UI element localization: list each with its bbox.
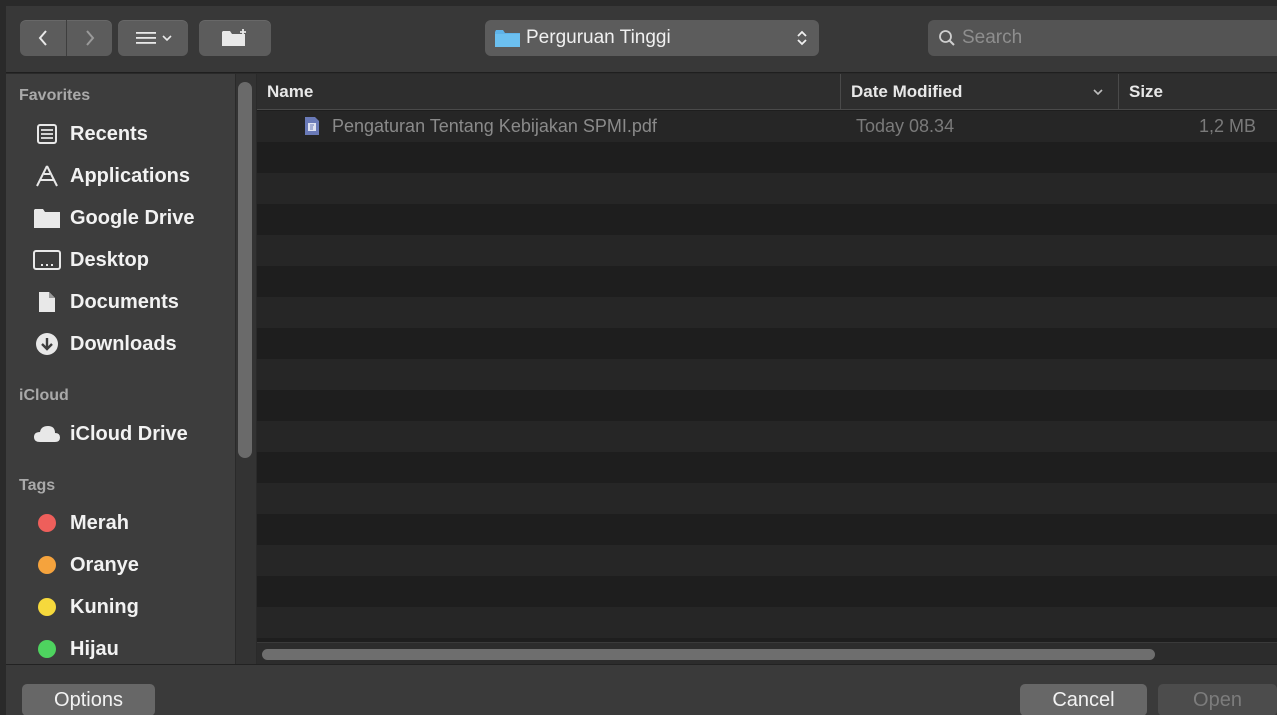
file-list: Name Date Modified Size Pengaturan Tenta… xyxy=(257,74,1277,664)
column-header-date-modified[interactable]: Date Modified xyxy=(840,74,1118,110)
table-row[interactable]: Pengaturan Tentang Kebijakan SPMI.pdf To… xyxy=(257,111,1277,142)
empty-row xyxy=(257,452,1277,483)
empty-row xyxy=(257,607,1277,638)
search-input[interactable] xyxy=(962,27,1262,49)
empty-row xyxy=(257,390,1277,421)
empty-row xyxy=(257,173,1277,204)
column-header-name[interactable]: Name xyxy=(257,74,840,110)
sidebar-tag-oranye[interactable]: Oranye xyxy=(32,547,139,583)
horizontal-scrollbar-thumb[interactable] xyxy=(262,649,1155,660)
applications-icon xyxy=(32,162,62,190)
empty-row xyxy=(257,483,1277,514)
empty-row xyxy=(257,142,1277,173)
sidebar-item-icloud-drive[interactable]: iCloud Drive xyxy=(32,416,188,452)
sidebar-item-label: Downloads xyxy=(70,332,177,355)
sidebar-item-label: Google Drive xyxy=(70,206,195,229)
list-view-icon xyxy=(135,32,156,44)
file-size: 1,2 MB xyxy=(1198,116,1256,136)
tag-dot-icon xyxy=(38,640,56,658)
chevron-right-icon xyxy=(85,30,94,46)
empty-row xyxy=(257,421,1277,452)
tag-dot-icon xyxy=(38,598,56,616)
chevron-left-icon xyxy=(38,30,47,46)
sidebar-item-downloads[interactable]: Downloads xyxy=(32,326,177,362)
sidebar-item-label: Applications xyxy=(70,164,191,187)
sidebar-scrollbar-thumb[interactable] xyxy=(238,82,252,458)
pdf-file-icon xyxy=(305,117,319,135)
search-icon xyxy=(939,30,955,46)
downloads-icon xyxy=(32,330,62,358)
column-header-size[interactable]: Size xyxy=(1118,74,1277,110)
documents-icon xyxy=(32,288,62,316)
empty-row xyxy=(257,235,1277,266)
sidebar-item-recents[interactable]: Recents xyxy=(32,116,148,152)
empty-row xyxy=(257,359,1277,390)
location-popup[interactable]: Perguruan Tinggi xyxy=(485,20,819,56)
empty-row xyxy=(257,514,1277,545)
bottom-bar: Options Cancel Open xyxy=(6,664,1277,715)
file-rows: Pengaturan Tentang Kebijakan SPMI.pdf To… xyxy=(257,111,1277,638)
sidebar-item-label: Oranye xyxy=(70,553,139,576)
sidebar-item-label: Kuning xyxy=(70,595,139,618)
open-button[interactable]: Open xyxy=(1158,684,1277,715)
navigation-segment xyxy=(20,20,112,56)
view-options-button[interactable] xyxy=(118,20,188,56)
tag-dot-icon xyxy=(38,556,56,574)
up-down-chevron-icon xyxy=(791,25,813,51)
search-field[interactable] xyxy=(928,20,1277,56)
empty-row xyxy=(257,328,1277,359)
sidebar-item-label: Recents xyxy=(70,122,148,145)
new-folder-button[interactable] xyxy=(199,20,271,56)
folder-icon xyxy=(32,204,62,232)
icloud-heading: iCloud xyxy=(19,387,69,404)
back-button[interactable] xyxy=(20,20,66,56)
empty-row xyxy=(257,545,1277,576)
sidebar-item-desktop[interactable]: Desktop xyxy=(32,242,149,278)
toolbar: Perguruan Tinggi xyxy=(6,6,1277,73)
sidebar: Favorites Recents Applications Google Dr… xyxy=(6,74,256,664)
sidebar-tag-hijau[interactable]: Hijau xyxy=(32,631,119,667)
empty-row xyxy=(257,204,1277,235)
forward-button[interactable] xyxy=(66,20,112,56)
sidebar-item-label: Hijau xyxy=(70,637,119,660)
folder-icon xyxy=(495,30,520,47)
location-label: Perguruan Tinggi xyxy=(526,27,671,48)
column-header: Name Date Modified Size xyxy=(257,74,1277,110)
sidebar-tag-merah[interactable]: Merah xyxy=(32,505,129,541)
horizontal-scrollbar-track[interactable] xyxy=(257,642,1277,664)
sidebar-item-label: iCloud Drive xyxy=(70,422,188,445)
new-folder-icon xyxy=(222,29,246,46)
favorites-heading: Favorites xyxy=(19,87,91,104)
file-date: Today 08.34 xyxy=(856,116,955,136)
options-button[interactable]: Options xyxy=(22,684,155,715)
sidebar-item-documents[interactable]: Documents xyxy=(32,284,179,320)
cancel-button[interactable]: Cancel xyxy=(1020,684,1147,715)
empty-row xyxy=(257,576,1277,607)
sidebar-tag-kuning[interactable]: Kuning xyxy=(32,589,139,625)
sidebar-item-label: Merah xyxy=(70,511,129,534)
cloud-icon xyxy=(32,420,62,448)
recents-icon xyxy=(32,120,62,148)
chevron-down-icon xyxy=(161,35,172,42)
sidebar-item-label: Documents xyxy=(70,290,179,313)
sidebar-item-google-drive[interactable]: Google Drive xyxy=(32,200,194,236)
file-name: Pengaturan Tentang Kebijakan SPMI.pdf xyxy=(332,116,657,136)
sort-chevron-icon xyxy=(1093,89,1103,96)
tag-dot-icon xyxy=(38,514,56,532)
sidebar-item-applications[interactable]: Applications xyxy=(32,158,190,194)
desktop-icon xyxy=(32,246,62,274)
sidebar-item-label: Desktop xyxy=(70,248,149,271)
empty-row xyxy=(257,266,1277,297)
tags-heading: Tags xyxy=(19,477,56,494)
empty-row xyxy=(257,297,1277,328)
